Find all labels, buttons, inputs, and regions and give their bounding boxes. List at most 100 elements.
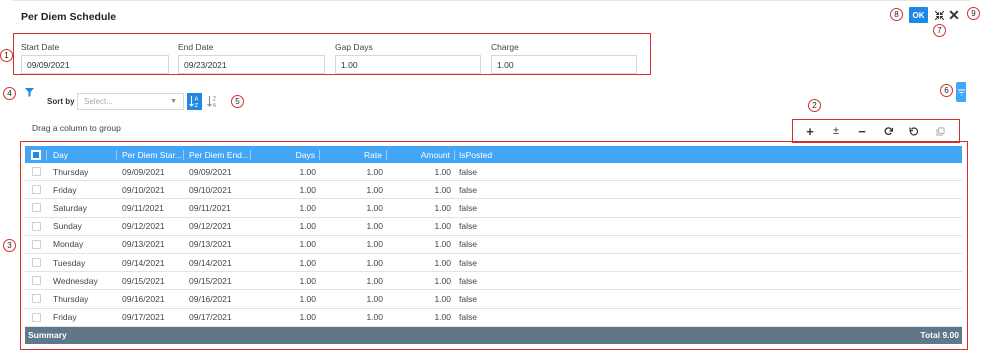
cell-day[interactable]: Tuesday bbox=[47, 258, 117, 268]
plus-minus-icon[interactable]: ± bbox=[823, 125, 849, 137]
row-checkbox[interactable] bbox=[25, 221, 47, 231]
table-row[interactable]: Friday 09/10/2021 09/10/2021 1.00 1.00 1.00 fa… bbox=[25, 181, 962, 200]
start-date-field[interactable]: 09/09/2021 bbox=[21, 55, 169, 74]
cell-per-diem-end[interactable]: 09/13/2021 bbox=[184, 239, 251, 249]
cell-amount[interactable]: 1.00 bbox=[387, 185, 455, 195]
cell-per-diem-end[interactable]: 09/12/2021 bbox=[184, 221, 251, 231]
cell-days[interactable]: 1.00 bbox=[251, 239, 320, 249]
cell-isposted[interactable]: false bbox=[455, 276, 535, 286]
column-header-per-diem-start[interactable]: Per Diem Star... bbox=[117, 149, 184, 160]
gap-days-field[interactable]: 1.00 bbox=[335, 55, 481, 74]
sort-descending-icon[interactable]: ZA bbox=[205, 93, 220, 110]
cell-isposted[interactable]: false bbox=[455, 185, 535, 195]
row-checkbox[interactable] bbox=[25, 185, 47, 195]
cell-isposted[interactable]: false bbox=[455, 221, 535, 231]
collapse-icon[interactable] bbox=[933, 9, 945, 21]
cell-isposted[interactable]: false bbox=[455, 239, 535, 249]
charge-field[interactable]: 1.00 bbox=[491, 55, 637, 74]
copy-icon[interactable] bbox=[927, 126, 953, 136]
column-header-isposted[interactable]: IsPosted bbox=[455, 150, 535, 160]
sort-select[interactable]: Select... ▼ bbox=[77, 93, 184, 110]
table-row[interactable]: Sunday 09/12/2021 09/12/2021 1.00 1.00 1.00 fa… bbox=[25, 218, 962, 236]
cell-day[interactable]: Monday bbox=[47, 239, 117, 249]
cell-days[interactable]: 1.00 bbox=[251, 167, 320, 177]
minus-icon[interactable]: − bbox=[849, 124, 875, 139]
cell-per-diem-end[interactable]: 09/14/2021 bbox=[184, 258, 251, 268]
undo-icon[interactable] bbox=[901, 126, 927, 136]
column-header-rate[interactable]: Rate bbox=[320, 149, 387, 160]
cell-day[interactable]: Wednesday bbox=[47, 276, 117, 286]
cell-amount[interactable]: 1.00 bbox=[387, 312, 455, 322]
cell-rate[interactable]: 1.00 bbox=[320, 312, 387, 322]
column-header-day[interactable]: Day bbox=[47, 149, 117, 160]
end-date-field[interactable]: 09/23/2021 bbox=[178, 55, 325, 74]
cell-per-diem-start[interactable]: 09/16/2021 bbox=[117, 294, 184, 304]
row-checkbox[interactable] bbox=[25, 258, 47, 268]
cell-amount[interactable]: 1.00 bbox=[387, 203, 455, 213]
cell-per-diem-end[interactable]: 09/09/2021 bbox=[184, 167, 251, 177]
cell-per-diem-start[interactable]: 09/11/2021 bbox=[117, 203, 184, 213]
cell-days[interactable]: 1.00 bbox=[251, 276, 320, 286]
cell-day[interactable]: Friday bbox=[47, 185, 117, 195]
row-checkbox[interactable] bbox=[25, 276, 47, 286]
plus-icon[interactable]: + bbox=[797, 124, 823, 139]
table-row[interactable]: Thursday 09/09/2021 09/09/2021 1.00 1.00 1.00… bbox=[25, 163, 962, 182]
filter-icon[interactable] bbox=[22, 85, 36, 99]
cell-days[interactable]: 1.00 bbox=[251, 312, 320, 322]
row-checkbox[interactable] bbox=[25, 294, 47, 304]
cell-per-diem-start[interactable]: 09/14/2021 bbox=[117, 258, 184, 268]
row-checkbox[interactable] bbox=[25, 203, 47, 213]
cell-per-diem-start[interactable]: 09/17/2021 bbox=[117, 312, 184, 322]
row-checkbox[interactable] bbox=[25, 167, 47, 177]
cell-day[interactable]: Friday bbox=[47, 312, 117, 322]
side-panel-toggle-icon[interactable] bbox=[956, 82, 966, 102]
cell-rate[interactable]: 1.00 bbox=[320, 203, 387, 213]
cell-days[interactable]: 1.00 bbox=[251, 221, 320, 231]
ok-button[interactable]: OK bbox=[909, 7, 928, 23]
cell-rate[interactable]: 1.00 bbox=[320, 276, 387, 286]
table-row[interactable]: Saturday 09/11/2021 09/11/2021 1.00 1.00 1.00… bbox=[25, 199, 962, 218]
cell-rate[interactable]: 1.00 bbox=[320, 239, 387, 249]
cell-days[interactable]: 1.00 bbox=[251, 203, 320, 213]
table-row[interactable]: Friday 09/17/2021 09/17/2021 1.00 1.00 1.00 fa… bbox=[25, 309, 962, 327]
cell-amount[interactable]: 1.00 bbox=[387, 276, 455, 286]
cell-per-diem-end[interactable]: 09/17/2021 bbox=[184, 312, 251, 322]
cell-per-diem-start[interactable]: 09/09/2021 bbox=[117, 167, 184, 177]
cell-day[interactable]: Thursday bbox=[47, 167, 117, 177]
cell-amount[interactable]: 1.00 bbox=[387, 167, 455, 177]
table-row[interactable]: Monday 09/13/2021 09/13/2021 1.00 1.00 1.00 fa… bbox=[25, 236, 962, 254]
row-checkbox[interactable] bbox=[25, 312, 47, 322]
cell-per-diem-end[interactable]: 09/16/2021 bbox=[184, 294, 251, 304]
cell-rate[interactable]: 1.00 bbox=[320, 167, 387, 177]
table-row[interactable]: Tuesday 09/14/2021 09/14/2021 1.00 1.00 1.00 f… bbox=[25, 254, 962, 273]
cell-amount[interactable]: 1.00 bbox=[387, 239, 455, 249]
cell-isposted[interactable]: false bbox=[455, 294, 535, 304]
cell-per-diem-start[interactable]: 09/13/2021 bbox=[117, 239, 184, 249]
cell-amount[interactable]: 1.00 bbox=[387, 221, 455, 231]
cell-amount[interactable]: 1.00 bbox=[387, 258, 455, 268]
cell-isposted[interactable]: false bbox=[455, 167, 535, 177]
cell-per-diem-start[interactable]: 09/10/2021 bbox=[117, 185, 184, 195]
cell-amount[interactable]: 1.00 bbox=[387, 294, 455, 304]
refresh-icon[interactable] bbox=[875, 126, 901, 136]
cell-rate[interactable]: 1.00 bbox=[320, 185, 387, 195]
cell-per-diem-start[interactable]: 09/15/2021 bbox=[117, 276, 184, 286]
column-header-amount[interactable]: Amount bbox=[387, 149, 455, 160]
cell-per-diem-end[interactable]: 09/11/2021 bbox=[184, 203, 251, 213]
table-row[interactable]: Thursday 09/16/2021 09/16/2021 1.00 1.00 1.00… bbox=[25, 290, 962, 309]
cell-per-diem-end[interactable]: 09/10/2021 bbox=[184, 185, 251, 195]
cell-isposted[interactable]: false bbox=[455, 203, 535, 213]
row-checkbox[interactable] bbox=[25, 239, 47, 249]
table-row[interactable]: Wednesday 09/15/2021 09/15/2021 1.00 1.00 1.0… bbox=[25, 272, 962, 291]
cell-days[interactable]: 1.00 bbox=[251, 294, 320, 304]
sort-ascending-icon[interactable]: AZ bbox=[187, 93, 202, 110]
close-icon[interactable]: ✕ bbox=[948, 7, 960, 23]
cell-day[interactable]: Sunday bbox=[47, 221, 117, 231]
cell-per-diem-end[interactable]: 09/15/2021 bbox=[184, 276, 251, 286]
cell-days[interactable]: 1.00 bbox=[251, 258, 320, 268]
cell-day[interactable]: Saturday bbox=[47, 203, 117, 213]
cell-day[interactable]: Thursday bbox=[47, 294, 117, 304]
cell-isposted[interactable]: false bbox=[455, 258, 535, 268]
cell-isposted[interactable]: false bbox=[455, 312, 535, 322]
cell-rate[interactable]: 1.00 bbox=[320, 258, 387, 268]
